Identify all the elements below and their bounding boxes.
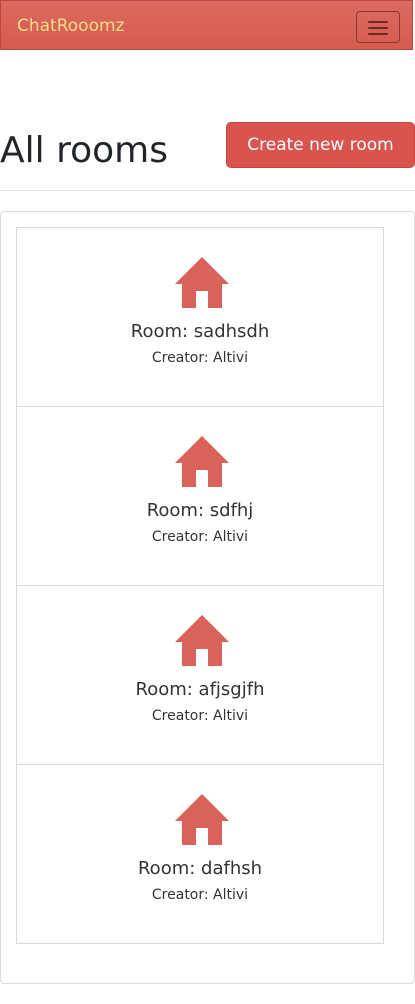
room-name: Room: dafhsh — [137, 858, 263, 879]
house-icon — [175, 436, 229, 487]
room-name: Room: afjsgjfh — [135, 679, 265, 700]
room-item[interactable]: Room: dafhsh Creator: Altivi — [16, 764, 384, 944]
house-icon — [175, 794, 229, 845]
room-item[interactable]: Room: sadhsdh Creator: Altivi — [16, 227, 384, 407]
room-creator: Creator: Altivi — [151, 529, 249, 545]
room-creator: Creator: Altivi — [151, 350, 249, 366]
navbar: ChatRooomz — [0, 0, 413, 50]
divider — [0, 190, 415, 191]
page-title: All rooms — [0, 130, 168, 171]
brand-link[interactable]: ChatRooomz — [17, 15, 124, 37]
house-icon — [175, 615, 229, 666]
room-item[interactable]: Room: afjsgjfh Creator: Altivi — [16, 585, 384, 765]
house-icon — [175, 257, 229, 308]
room-list: Room: sadhsdh Creator: Altivi Room: sdfh… — [16, 227, 384, 944]
create-room-button[interactable]: Create new room — [226, 122, 415, 168]
navbar-toggle-button[interactable] — [356, 11, 400, 43]
room-name: Room: sdfhj — [146, 500, 254, 521]
room-item[interactable]: Room: sdfhj Creator: Altivi — [16, 406, 384, 586]
room-creator: Creator: Altivi — [151, 708, 249, 724]
room-creator: Creator: Altivi — [151, 887, 249, 903]
room-name: Room: sadhsdh — [130, 321, 270, 342]
